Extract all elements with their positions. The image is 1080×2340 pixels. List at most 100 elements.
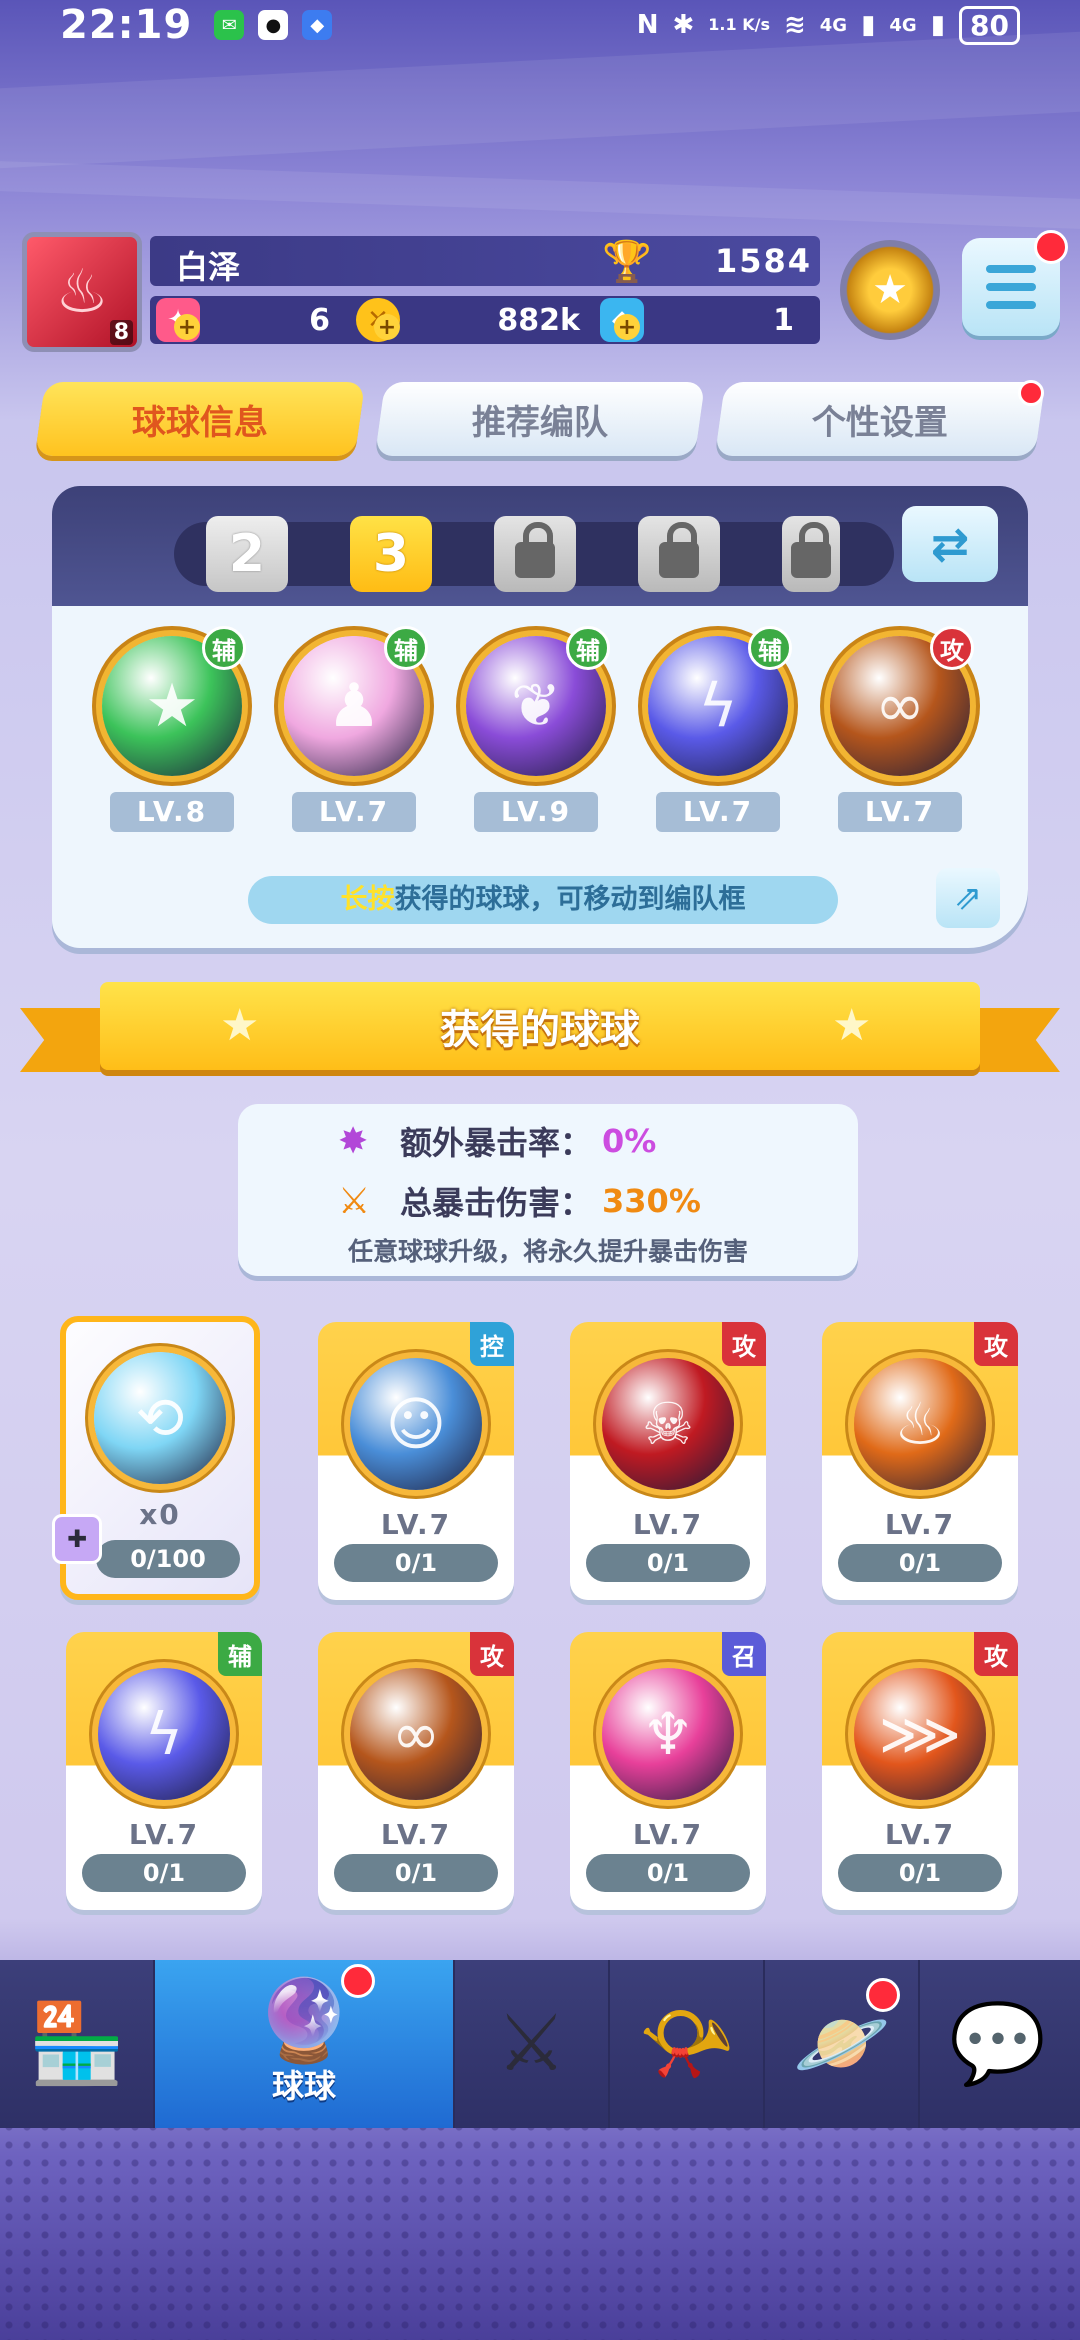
- equipped-ball[interactable]: ★ 辅 LV.8: [92, 626, 252, 832]
- ball-card[interactable]: ⋙ 攻 LV.7 0/1: [822, 1632, 1018, 1910]
- notification-dot: [866, 1978, 900, 2012]
- coin-resource[interactable]: ✕ + 882k: [350, 296, 590, 344]
- extra-crit-value: 0%: [602, 1122, 657, 1160]
- add-coin-icon[interactable]: +: [374, 314, 400, 340]
- venom-ball-icon: ☠: [602, 1358, 734, 1490]
- notification-icons: ✉ ● ◆: [214, 10, 333, 40]
- bg-decoration: [0, 31, 1080, 169]
- wifi-icon: ≋: [783, 10, 806, 40]
- add-ticket-icon[interactable]: +: [174, 314, 200, 340]
- bottom-nav: 🏪 🔮 球球 ⚔ 📯 🪐 💬: [0, 1960, 1080, 2128]
- status-time: 22:19: [60, 2, 193, 48]
- rank-badge-icon[interactable]: ★: [840, 240, 940, 340]
- bluetooth-icon: ✱: [672, 10, 695, 40]
- battery-level: 80: [959, 5, 1020, 45]
- nav-label: 球球: [271, 2067, 336, 2105]
- nav-social[interactable]: 💬: [920, 1960, 1075, 2128]
- tab-ball-info[interactable]: 球球信息: [34, 382, 366, 456]
- drag-hint: 长按获得的球球，可移动到编队框: [248, 876, 838, 924]
- tab-label: 个性设置: [812, 402, 948, 443]
- claw-ball-icon: ⋙: [854, 1668, 986, 1800]
- total-crit-value: 330%: [602, 1182, 701, 1220]
- team-slot-locked[interactable]: [494, 516, 576, 592]
- equipped-ball[interactable]: ∞ 攻 LV.7: [820, 626, 980, 832]
- slot-label: 2: [228, 524, 266, 584]
- nav-battle[interactable]: ⚔: [455, 1960, 610, 2128]
- team-slot-locked[interactable]: [638, 516, 720, 592]
- signal-label: 4G: [819, 14, 848, 36]
- share-button[interactable]: ⇗: [936, 868, 1000, 928]
- ball-level: LV.7: [380, 1508, 452, 1541]
- ball-card[interactable]: ☠ 攻 LV.7 0/1: [570, 1322, 766, 1600]
- equipped-ball[interactable]: ϟ辅 LV.7: [638, 626, 798, 832]
- app-icon: ◆: [302, 10, 333, 40]
- team-slot-3[interactable]: 3: [350, 516, 432, 592]
- team-slot-locked[interactable]: [782, 516, 840, 592]
- nav-whistle[interactable]: 📯: [610, 1960, 765, 2128]
- shop-icon: 🏪: [27, 1999, 126, 2089]
- tab-label: 推荐编队: [472, 402, 608, 443]
- lock-icon: [791, 522, 831, 578]
- ball-progress: 0/100: [96, 1540, 240, 1578]
- gem-resource[interactable]: ◆ + 1: [590, 296, 810, 344]
- support-tag: 辅: [384, 626, 428, 670]
- team-slot-header: 2 3 ⇄: [52, 486, 1028, 606]
- player-name: 白泽: [176, 248, 241, 286]
- team-slot-2[interactable]: 2: [206, 516, 288, 592]
- nav-shop[interactable]: 🏪: [0, 1960, 155, 2128]
- team-panel: 2 3 ⇄ ★ 辅 LV.8 ♟ 辅 LV.7 ❦ 辅 LV.9 ϟ辅 LV.7 ∞ 攻…: [52, 486, 1028, 948]
- ball-progress: 0/1: [838, 1544, 1002, 1582]
- avatar-level: 8: [109, 320, 133, 345]
- chat-heart-icon: 💬: [948, 1999, 1047, 2089]
- ball-card[interactable]: ☺ 控 LV.7 0/1: [318, 1322, 514, 1600]
- notification-dot: [341, 1964, 375, 1998]
- notification-dot: [1034, 230, 1068, 264]
- ticket-resource[interactable]: ✦ + 6: [150, 296, 350, 344]
- hint-highlight: 长按: [340, 884, 395, 915]
- ball-progress: 0/1: [334, 1854, 498, 1892]
- extra-crit-row: ✸ 额外暴击率： 0%: [338, 1116, 656, 1166]
- crossed-swords-icon: ⚔: [496, 1999, 567, 2089]
- coin-count: 882k: [497, 302, 580, 338]
- equipped-ball[interactable]: ♟ 辅 LV.7: [274, 626, 434, 832]
- ticket-count: 6: [309, 302, 330, 338]
- qq-icon: ●: [258, 10, 289, 40]
- ball-level: LV.7: [656, 792, 780, 832]
- ball-card[interactable]: ϟ 辅 LV.7 0/1: [66, 1632, 262, 1910]
- ball-card[interactable]: ♨ 攻 LV.7 0/1: [822, 1322, 1018, 1600]
- swap-team-button[interactable]: ⇄: [902, 506, 998, 582]
- resource-bar: ✦ + 6 ✕ + 882k ◆ + 1: [150, 296, 820, 344]
- ball-card[interactable]: ♆ 召 LV.7 0/1: [570, 1632, 766, 1910]
- player-avatar[interactable]: ♨ 8: [22, 232, 142, 352]
- ball-level: LV.7: [128, 1818, 200, 1851]
- nfc-icon: N: [636, 10, 659, 40]
- attack-tag: 攻: [974, 1322, 1018, 1366]
- tab-personal-settings[interactable]: 个性设置: [714, 382, 1046, 456]
- tab-recommended-team[interactable]: 推荐编队: [374, 382, 706, 456]
- ball-level: LV.8: [110, 792, 234, 832]
- green-star-ball-icon: ★ 辅: [102, 626, 246, 776]
- support-tag: 辅: [218, 1632, 262, 1676]
- flame-icon: ♨: [55, 257, 109, 327]
- bg-decoration: [0, 161, 1080, 229]
- menu-icon-line: [986, 301, 1036, 309]
- notification-dot: [1018, 380, 1044, 406]
- menu-button[interactable]: [962, 230, 1068, 336]
- share-icon: ⇗: [953, 878, 983, 918]
- rainbow-figures-ball-icon: ♟ 辅: [284, 626, 428, 776]
- signal-bars-icon: ▮: [930, 10, 946, 40]
- signal-bars-icon: ▮: [861, 10, 876, 40]
- nav-planet[interactable]: 🪐: [765, 1960, 920, 2128]
- planet-icon: 🪐: [792, 1999, 891, 2089]
- phoenix-ball-icon: ♆: [602, 1668, 734, 1800]
- equipped-ball[interactable]: ❦ 辅 LV.9: [456, 626, 616, 832]
- bg-dot-pattern: [0, 2100, 1080, 2340]
- puzzle-piece-icon: ✚: [52, 1514, 102, 1564]
- purple-leaf-ball-icon: ❦ 辅: [466, 626, 610, 776]
- ball-card[interactable]: ∞ 攻 LV.7 0/1: [318, 1632, 514, 1910]
- add-gem-icon[interactable]: +: [614, 314, 640, 340]
- attack-tag: 攻: [470, 1632, 514, 1676]
- ball-card[interactable]: ⟲ x0 0/100 ✚: [52, 1316, 260, 1600]
- nav-balls[interactable]: 🔮 球球: [155, 1960, 455, 2128]
- ball-icon: 🔮: [254, 1974, 354, 2067]
